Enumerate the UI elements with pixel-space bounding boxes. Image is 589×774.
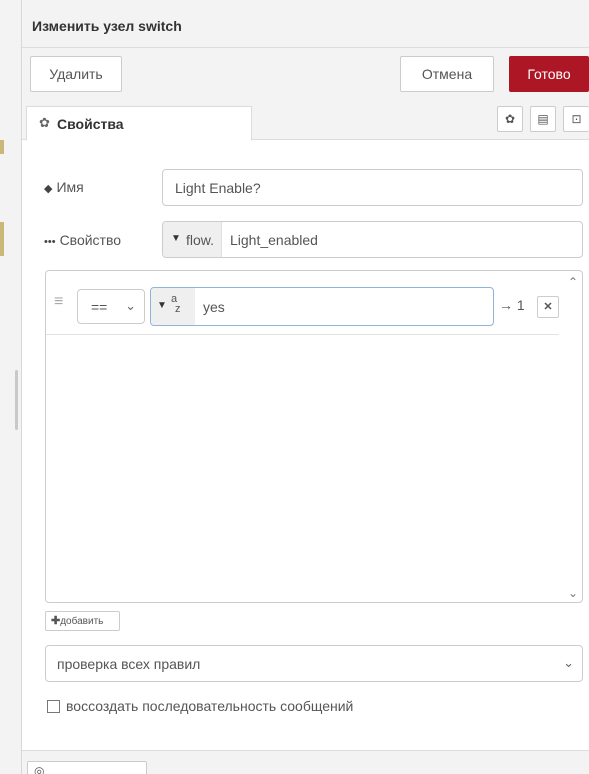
plus-icon: ✚ bbox=[51, 615, 61, 627]
name-label: ◆ Имя bbox=[44, 179, 84, 195]
gear-icon: ✿ bbox=[39, 115, 50, 130]
appearance-tab-button[interactable]: ⊡ bbox=[563, 106, 589, 132]
property-value: Light_enabled bbox=[230, 232, 318, 248]
rule-operator-select[interactable]: == ⌄ bbox=[77, 289, 145, 324]
property-type: flow. bbox=[186, 232, 215, 248]
property-type-selector[interactable]: ▼ flow. bbox=[163, 222, 222, 257]
rule-output-label: → 1 bbox=[499, 297, 525, 313]
tray-header: Изменить узел switch bbox=[22, 0, 589, 48]
rule-value: yes bbox=[203, 299, 225, 315]
add-rule-button[interactable]: ✚добавить bbox=[45, 611, 120, 631]
tab-properties-label: Свойства bbox=[57, 116, 124, 132]
close-icon: ✕ bbox=[543, 301, 553, 313]
property-input[interactable]: ▼ flow. Light_enabled bbox=[162, 221, 583, 258]
footer-button[interactable]: ◎ bbox=[27, 761, 147, 774]
add-rule-label: добавить bbox=[60, 616, 104, 627]
settings-tab-button[interactable]: ✿ bbox=[497, 106, 523, 132]
ellipsis-icon: ••• bbox=[44, 236, 56, 248]
tabs-row: ✿ Свойства ✿ ▤ ⊡ bbox=[22, 100, 589, 141]
tray-footer: ◎ bbox=[22, 750, 589, 774]
property-label: ••• Свойство bbox=[44, 232, 122, 248]
rule-row: ≡ == ⌄ ▼ az yes → 1 ✕ bbox=[46, 271, 559, 335]
gear-icon: ✿ bbox=[504, 112, 516, 126]
edit-tray: Изменить узел switch Удалить Отмена Гото… bbox=[22, 0, 589, 774]
document-icon: ▤ bbox=[537, 112, 549, 126]
check-mode-value: проверка всех правил bbox=[57, 656, 201, 672]
recreate-sequence-checkbox[interactable] bbox=[47, 700, 60, 713]
tab-properties[interactable]: ✿ Свойства bbox=[26, 106, 252, 141]
done-button[interactable]: Готово bbox=[509, 56, 589, 92]
chevron-down-icon: ⌄ bbox=[125, 298, 136, 313]
name-input-value: Light Enable? bbox=[175, 180, 261, 196]
rule-value-input[interactable]: ▼ az yes bbox=[150, 287, 494, 326]
string-type-icon: az bbox=[171, 293, 181, 315]
tray-resize-handle[interactable] bbox=[15, 370, 18, 430]
scroll-down-icon[interactable]: ⌄ bbox=[568, 586, 578, 600]
check-mode-select[interactable]: проверка всех правил ⌄ bbox=[45, 645, 583, 682]
tray-toolbar: Удалить Отмена Готово bbox=[22, 48, 589, 100]
caret-down-icon: ▼ bbox=[171, 233, 181, 244]
workspace-edge bbox=[0, 0, 22, 774]
delete-rule-button[interactable]: ✕ bbox=[537, 296, 559, 318]
name-input[interactable]: Light Enable? bbox=[162, 169, 583, 206]
rules-list[interactable]: ⌃ ⌄ ≡ == ⌄ ▼ az yes → 1 ✕ bbox=[45, 270, 583, 603]
caret-down-icon: ▼ bbox=[157, 300, 167, 311]
workspace-node-mark bbox=[0, 140, 4, 154]
description-tab-button[interactable]: ▤ bbox=[530, 106, 556, 132]
drag-handle-icon[interactable]: ≡ bbox=[54, 293, 63, 311]
delete-button[interactable]: Удалить bbox=[30, 56, 122, 92]
workspace-node-mark bbox=[0, 222, 4, 256]
recreate-sequence-option[interactable]: воссоздать последовательность сообщений bbox=[47, 698, 353, 714]
tag-icon: ◆ bbox=[44, 183, 53, 195]
rule-operator: == bbox=[91, 299, 108, 315]
chevron-down-icon: ⌄ bbox=[563, 655, 574, 670]
scroll-up-icon[interactable]: ⌃ bbox=[568, 275, 578, 289]
tray-title: Изменить узел switch bbox=[32, 18, 182, 34]
frame-icon: ⊡ bbox=[571, 112, 582, 126]
circle-icon: ◎ bbox=[34, 764, 45, 774]
rule-value-type-selector[interactable]: ▼ az bbox=[151, 288, 195, 325]
recreate-sequence-label: воссоздать последовательность сообщений bbox=[66, 698, 354, 714]
cancel-button[interactable]: Отмена bbox=[400, 56, 494, 92]
